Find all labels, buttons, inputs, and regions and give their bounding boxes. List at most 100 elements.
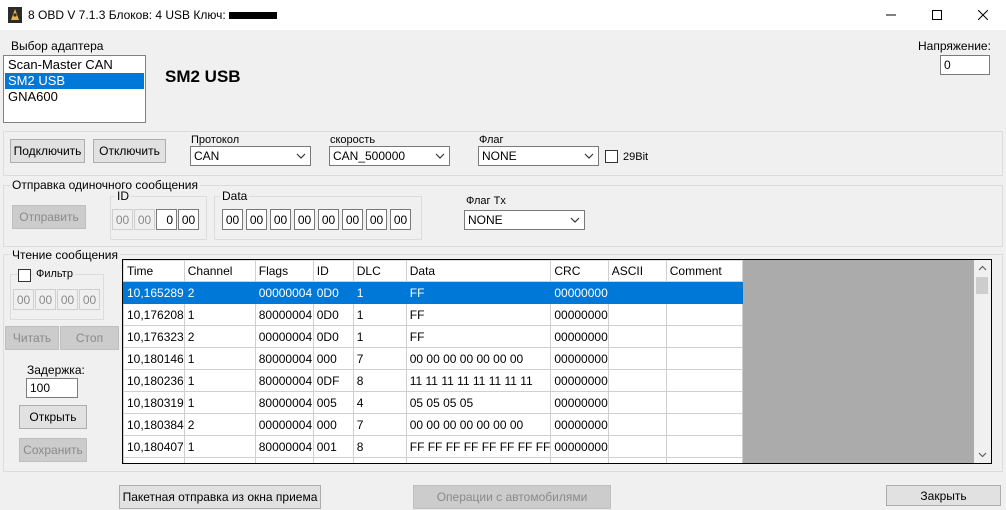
table-cell[interactable]: 00000000 [550,435,609,458]
speed-select[interactable]: CAN_500000 [329,146,450,166]
adapter-item-scan-master[interactable]: Scan-Master CAN [5,57,144,73]
table-cell[interactable]: 1 [183,369,256,392]
column-header[interactable]: CRC [550,260,609,282]
table-cell[interactable]: 1 [352,325,407,348]
column-header[interactable]: Flags [254,260,314,282]
table-cell[interactable]: 00000004 [254,413,314,436]
minimize-button[interactable] [868,0,914,30]
bit29-checkbox[interactable] [605,150,618,163]
table-cell[interactable] [254,457,314,463]
table-cell[interactable] [123,457,185,463]
table-cell[interactable]: FF [405,303,552,326]
table-cell[interactable] [665,435,743,458]
table-cell[interactable]: 1 [183,435,256,458]
table-cell[interactable]: 0D0 [312,281,354,304]
column-header[interactable]: Channel [183,260,256,282]
column-header[interactable]: Time [123,260,185,282]
table-cell[interactable]: 7 [352,347,407,370]
table-cell[interactable]: 10,180236 [123,369,185,392]
table-cell[interactable]: 80000004 [254,347,314,370]
table-cell[interactable]: 10,176323 [123,325,185,348]
data-byte-1[interactable]: 00 [222,209,243,230]
stop-button[interactable]: Стоп [60,326,119,350]
table-cell[interactable]: 80000004 [254,391,314,414]
table-cell[interactable]: 10,180146 [123,347,185,370]
connect-button[interactable]: Подключить [10,139,85,163]
id-byte-2[interactable]: 00 [134,209,155,230]
table-cell[interactable] [665,457,743,463]
delay-field[interactable]: 100 [26,378,78,398]
table-cell[interactable]: 1 [183,347,256,370]
adapter-item-sm2-usb[interactable]: SM2 USB [5,73,144,89]
table-row[interactable]: 10,180407 1 80000004 001 8 FF FF FF FF FF FF … [123,435,743,458]
table-cell[interactable] [607,347,667,370]
table-row[interactable]: 10,180384 2 00000004 000 7 00 00 00 00 00 00 … [123,413,743,436]
filter-byte-4[interactable]: 00 [79,289,100,310]
column-header[interactable]: ASCII [607,260,667,282]
table-cell[interactable] [665,369,743,392]
table-cell[interactable]: 2 [183,281,256,304]
table-cell[interactable]: 1 [352,303,407,326]
table-cell[interactable]: 11 11 11 11 11 11 11 11 [405,369,552,392]
table-cell[interactable]: 2 [183,413,256,436]
filter-checkbox[interactable] [18,269,31,282]
table-cell[interactable] [607,391,667,414]
data-byte-2[interactable]: 00 [246,209,267,230]
disconnect-button[interactable]: Отключить [93,139,166,163]
data-byte-3[interactable]: 00 [270,209,291,230]
table-cell[interactable]: 80000004 [254,303,314,326]
table-cell[interactable] [405,457,552,463]
table-cell[interactable]: 00000000 [550,325,609,348]
save-button[interactable]: Сохранить [19,438,87,462]
table-cell[interactable]: 00000004 [254,281,314,304]
filter-byte-1[interactable]: 00 [13,289,34,310]
table-cell[interactable]: 10,180384 [123,413,185,436]
table-cell[interactable]: 00000000 [550,347,609,370]
table-cell[interactable] [312,457,354,463]
filter-byte-2[interactable]: 00 [35,289,56,310]
table-row[interactable]: 10,180236 1 80000004 0DF 8 11 11 11 11 11 11 … [123,369,743,392]
table-cell[interactable]: 2 [183,325,256,348]
table-cell[interactable]: 10,165289 [123,281,185,304]
table-row[interactable]: 10,165289 2 00000004 0D0 1 FF 00000000 [123,281,743,304]
table-cell[interactable]: 00 00 00 00 00 00 00 [405,413,552,436]
table-cell[interactable]: 7 [352,413,407,436]
filter-byte-3[interactable]: 00 [57,289,78,310]
table-cell[interactable]: 00000004 [254,325,314,348]
table-cell[interactable] [665,391,743,414]
data-byte-6[interactable]: 00 [342,209,363,230]
table-cell[interactable] [607,369,667,392]
protocol-select[interactable]: CAN [190,146,311,166]
table-cell[interactable]: 001 [312,435,354,458]
table-cell[interactable] [607,413,667,436]
table-cell[interactable]: 80000004 [254,435,314,458]
maximize-button[interactable] [914,0,960,30]
grid-vertical-scrollbar[interactable] [974,260,991,463]
table-row[interactable]: 10,180319 1 80000004 005 4 05 05 05 05 0000000… [123,391,743,414]
table-cell[interactable]: 1 [183,391,256,414]
table-cell[interactable]: 00 00 00 00 00 00 00 [405,347,552,370]
id-byte-3[interactable]: 0 [156,209,177,230]
table-cell[interactable] [607,281,667,304]
table-cell[interactable] [607,457,667,463]
scroll-up-icon[interactable] [978,264,987,273]
table-cell[interactable] [550,457,609,463]
column-header[interactable]: Comment [665,260,743,282]
table-cell[interactable]: 0D0 [312,325,354,348]
table-cell[interactable]: 00000000 [550,281,609,304]
column-header[interactable]: DLC [352,260,407,282]
data-byte-5[interactable]: 00 [318,209,339,230]
table-cell[interactable]: 80000004 [254,369,314,392]
messages-grid[interactable]: Time Channel Flags ID DLC Data CRC ASCII Comment… [122,259,992,464]
batch-send-button[interactable]: Пакетная отправка из окна приема [119,485,321,509]
id-byte-1[interactable]: 00 [112,209,133,230]
table-cell[interactable]: 8 [352,435,407,458]
table-cell[interactable]: 0D0 [312,303,354,326]
id-byte-4[interactable]: 00 [178,209,199,230]
table-cell[interactable]: FF [405,325,552,348]
table-cell[interactable] [183,457,256,463]
table-cell[interactable]: 005 [312,391,354,414]
table-cell[interactable] [665,303,743,326]
table-cell[interactable]: 05 05 05 05 [405,391,552,414]
table-row[interactable]: 10,180146 1 80000004 000 7 00 00 00 00 00 00 … [123,347,743,370]
